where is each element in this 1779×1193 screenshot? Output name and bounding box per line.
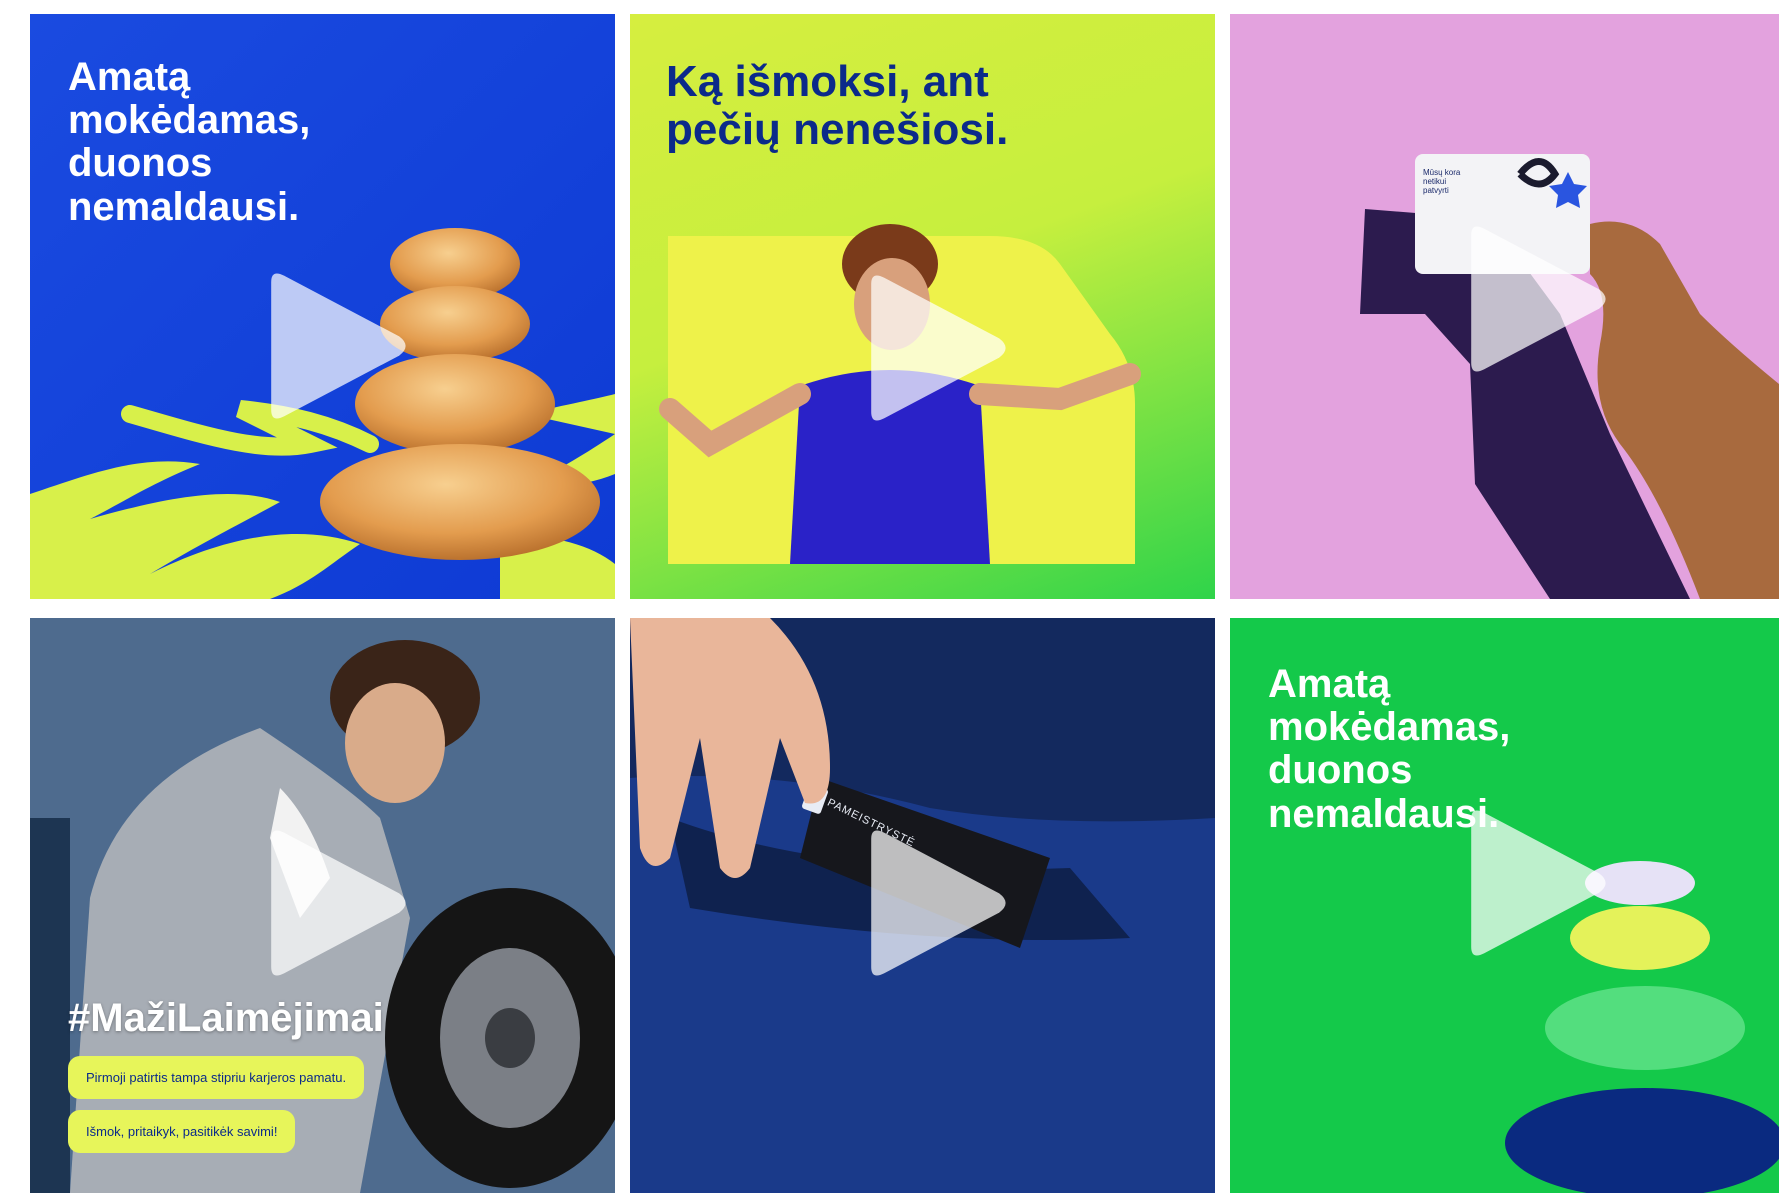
- play-icon[interactable]: [252, 823, 412, 983]
- post-tile-person[interactable]: Ką išmoksi, ant pečių nenešiosi.: [630, 14, 1215, 599]
- play-icon[interactable]: [252, 266, 412, 426]
- post-tile-pocket[interactable]: PAMEISTRYSTĖ: [630, 618, 1215, 1193]
- post-tile-bread[interactable]: Amatą mokėdamas, duonos nemaldausi.: [30, 14, 615, 599]
- play-icon[interactable]: [852, 823, 1012, 983]
- caption-pill: Išmok, pritaikyk, pasitikėk savimi!: [68, 1110, 296, 1153]
- play-icon[interactable]: [1452, 219, 1612, 379]
- post-tile-mechanic[interactable]: #MažiLaimėjimai Pirmoji patirtis tampa s…: [30, 618, 615, 1193]
- card-text: Mūsų kora netikui patvyrti: [1423, 168, 1461, 196]
- hashtag-title: #MažiLaimėjimai: [68, 996, 384, 1040]
- play-icon[interactable]: [1452, 803, 1612, 963]
- post-tile-card[interactable]: Mūsų kora netikui patvyrti: [1230, 14, 1779, 599]
- caption-pill: Pirmoji patirtis tampa stipriu karjeros …: [68, 1056, 365, 1099]
- play-icon[interactable]: [852, 268, 1012, 428]
- post-tile-ellipses[interactable]: Amatą mokėdamas, duonos nemaldausi.: [1230, 618, 1779, 1193]
